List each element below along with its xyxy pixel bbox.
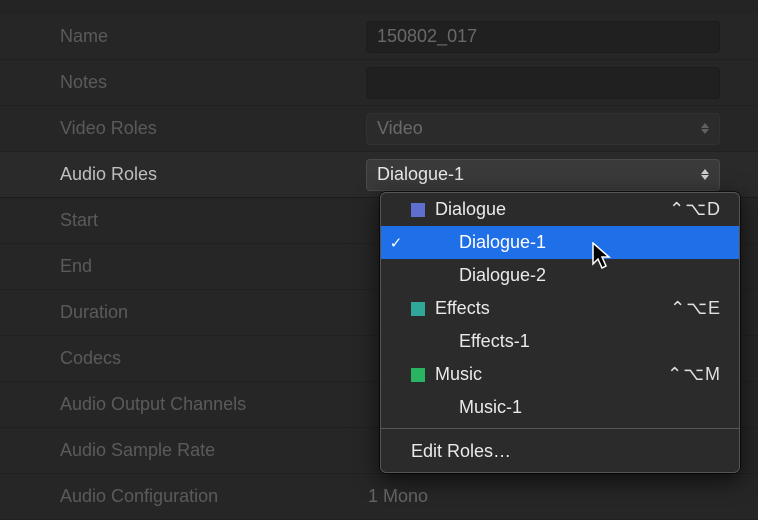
color-swatch-icon xyxy=(411,368,425,382)
shortcut-label: ⌃⌥E xyxy=(670,298,739,319)
audio-roles-value: Dialogue-1 xyxy=(377,164,464,185)
video-roles-select[interactable]: Video xyxy=(366,113,720,145)
dropdown-item[interactable]: Music⌃⌥M xyxy=(381,358,739,391)
color-swatch-icon xyxy=(411,236,425,250)
label-audio-sample-rate: Audio Sample Rate xyxy=(0,440,366,461)
check-icon: ✓ xyxy=(381,234,411,252)
color-swatch-icon xyxy=(411,203,425,217)
notes-input[interactable] xyxy=(366,67,720,99)
label-duration: Duration xyxy=(0,302,366,323)
label-codecs: Codecs xyxy=(0,348,366,369)
dropdown-item[interactable]: Effects⌃⌥E xyxy=(381,292,739,325)
shortcut-label: ⌃⌥M xyxy=(667,364,739,385)
color-swatch-icon xyxy=(411,401,425,415)
dropdown-item-label: Music-1 xyxy=(435,397,721,418)
label-audio-roles: Audio Roles xyxy=(0,164,366,185)
dropdown-item[interactable]: Effects-1 xyxy=(381,325,739,358)
video-roles-value: Video xyxy=(377,118,423,139)
dropdown-item[interactable]: Dialogue⌃⌥D xyxy=(381,193,739,226)
label-name: Name xyxy=(0,26,366,47)
dropdown-item-label: Music xyxy=(435,364,667,385)
label-audio-output-channels: Audio Output Channels xyxy=(0,394,366,415)
chevron-updown-icon xyxy=(701,169,709,180)
color-swatch-icon xyxy=(411,335,425,349)
dropdown-item-label: Dialogue-2 xyxy=(435,265,721,286)
name-input[interactable] xyxy=(366,21,720,53)
dropdown-item-label: Dialogue xyxy=(435,199,669,220)
separator xyxy=(381,428,739,429)
dropdown-item[interactable]: Music-1 xyxy=(381,391,739,424)
audio-roles-select[interactable]: Dialogue-1 xyxy=(366,159,720,191)
dropdown-item[interactable]: ✓ Dialogue-1 xyxy=(381,226,739,259)
shortcut-label: ⌃⌥D xyxy=(669,199,739,220)
chevron-updown-icon xyxy=(701,123,709,134)
row-video-roles: Video Roles Video xyxy=(0,106,758,152)
label-video-roles: Video Roles xyxy=(0,118,366,139)
color-swatch-icon xyxy=(411,269,425,283)
color-swatch-icon xyxy=(411,302,425,316)
label-end: End xyxy=(0,256,366,277)
label-notes: Notes xyxy=(0,72,366,93)
dropdown-item[interactable]: Dialogue-2 xyxy=(381,259,739,292)
label-start: Start xyxy=(0,210,366,231)
audio-configuration-value: 1 Mono xyxy=(366,486,428,507)
row-notes: Notes xyxy=(0,60,758,106)
dropdown-item-label: Effects-1 xyxy=(435,331,721,352)
audio-roles-dropdown: Dialogue⌃⌥D✓Dialogue-1Dialogue-2Effects⌃… xyxy=(380,192,740,473)
row-name: Name xyxy=(0,14,758,60)
label-audio-configuration: Audio Configuration xyxy=(0,486,366,507)
dropdown-item-label: Effects xyxy=(435,298,670,319)
dropdown-item-label: Dialogue-1 xyxy=(435,232,721,253)
row-audio-configuration: Audio Configuration 1 Mono xyxy=(0,474,758,520)
edit-roles-item[interactable]: Edit Roles… xyxy=(381,433,739,472)
